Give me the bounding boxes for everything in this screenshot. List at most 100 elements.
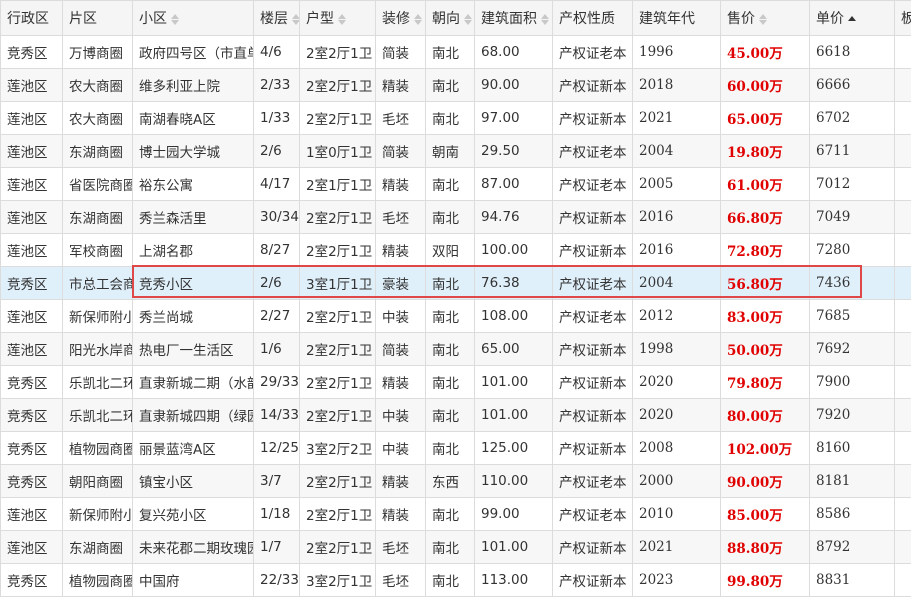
area-cell: 农大商圈	[62, 101, 133, 135]
overflow-cell	[894, 431, 911, 465]
decoration-cell: 中装	[375, 299, 426, 333]
table-row[interactable]: 竞秀区市总工会商圈竞秀小区2/63室1厅1卫豪装南北76.38产权证老本2004…	[0, 266, 911, 300]
table-row[interactable]: 竞秀区乐凯北二环直隶新城二期（水韵）29/332室2厅1卫精装南北101.00产…	[0, 365, 911, 399]
district-cell: 莲池区	[0, 299, 63, 333]
decoration-cell: 毛坯	[375, 101, 426, 135]
floor-cell: 2/6	[253, 266, 300, 300]
column-header-label: 装修	[382, 11, 410, 27]
layout-cell: 2室2厅1卫	[299, 464, 376, 498]
sort-icon[interactable]	[759, 13, 767, 25]
title-type-cell: 产权证老本	[552, 497, 633, 531]
unit-price-cell: 7280	[809, 233, 895, 267]
table-row[interactable]: 竞秀区万博商圈政府四号区（市直单位）4/62室2厅1卫简装南北68.00产权证老…	[0, 35, 911, 69]
unit-price-cell: 8831	[809, 563, 895, 597]
orientation-cell: 南北	[425, 299, 475, 333]
table-row[interactable]: 莲池区阳光水岸商圈热电厂一生活区1/62室2厅1卫简装南北65.00产权证新本1…	[0, 332, 911, 366]
sort-icon[interactable]	[338, 13, 346, 25]
table-row[interactable]: 莲池区 农大商圈 维多利亚上院 2/33 2室2厅1卫 精装 南北 90.00 产权证新本 201…	[0, 68, 911, 102]
table-row[interactable]: 竞秀区 植物园商圈 丽景蓝湾A区 12/25 3室2厅2卫 中装 南北 125.00 产权证新本…	[0, 431, 911, 465]
overflow-cell	[894, 365, 911, 399]
orientation-cell: 南北	[425, 563, 475, 597]
title-type-cell: 产权证老本	[552, 35, 633, 69]
overflow-cell	[894, 200, 911, 234]
community-cell: 上湖名郡	[132, 233, 254, 267]
sort-icon[interactable]	[414, 13, 422, 25]
sort-icon[interactable]	[541, 13, 549, 25]
column-header-5[interactable]: 装修	[375, 0, 426, 36]
column-header-1: 片区	[62, 0, 133, 36]
decoration-cell: 中装	[375, 398, 426, 432]
column-header-12: 板	[894, 0, 911, 36]
title-type-cell: 产权证新本	[552, 431, 633, 465]
title-type-cell: 产权证新本	[552, 332, 633, 366]
layout-cell: 2室2厅1卫	[299, 200, 376, 234]
table-row[interactable]: 莲池区 东湖商圈 博士园大学城 2/6 1室0厅1卫 简装 朝南 29.50 产权证老本 2004…	[0, 134, 911, 168]
column-header-10[interactable]: 售价	[720, 0, 810, 36]
unit-price-cell: 8160	[809, 431, 895, 465]
orientation-cell: 南北	[425, 365, 475, 399]
overflow-cell	[894, 497, 911, 531]
orientation-cell: 双阳	[425, 233, 475, 267]
column-header-4[interactable]: 户型	[299, 0, 376, 36]
unit-price-cell: 6666	[809, 68, 895, 102]
table-row[interactable]: 竞秀区 朝阳商圈 镇宝小区 3/7 2室2厅1卫 精装 东西 110.00 产权证老本 2000 9…	[0, 464, 911, 498]
layout-cell: 2室2厅1卫	[299, 530, 376, 564]
decoration-cell: 毛坯	[375, 530, 426, 564]
column-header-label: 朝向	[432, 11, 460, 27]
listing-table: 行政区片区小区楼层户型装修朝向建筑面积产权性质建筑年代售价单价板 竞秀区万博商圈…	[0, 0, 911, 597]
orientation-cell: 南北	[425, 530, 475, 564]
community-cell: 直隶新城二期（水韵）	[132, 365, 254, 399]
table-row[interactable]: 竞秀区 植物园商圈 中国府 22/33 3室2厅1卫 毛坯 南北 113.00 产权证新本 202…	[0, 563, 911, 597]
floor-area-cell: 87.00	[474, 167, 553, 201]
title-type-cell: 产权证老本	[552, 266, 633, 300]
table-row[interactable]: 莲池区 新保师附小 复兴苑小区 1/18 2室2厅1卫 精装 南北 99.00 产权证老本 201…	[0, 497, 911, 531]
layout-cell: 2室2厅1卫	[299, 497, 376, 531]
community-cell: 维多利亚上院	[132, 68, 254, 102]
floor-area-cell: 108.00	[474, 299, 553, 333]
price-cell: 80.00万	[720, 398, 810, 432]
title-type-cell: 产权证新本	[552, 101, 633, 135]
table-row[interactable]: 莲池区 东湖商圈 未来花郡二期玫瑰园 1/7 2室2厅1卫 毛坯 南北 101.00 产权证新本…	[0, 530, 911, 564]
decoration-cell: 毛坯	[375, 200, 426, 234]
district-cell: 莲池区	[0, 167, 63, 201]
column-header-label: 单价	[816, 11, 844, 27]
layout-cell: 2室1厅1卫	[299, 167, 376, 201]
decoration-cell: 精装	[375, 497, 426, 531]
floor-area-cell: 101.00	[474, 530, 553, 564]
community-cell: 中国府	[132, 563, 254, 597]
table-row[interactable]: 竞秀区乐凯北二环直隶新城四期（绿园）14/332室2厅1卫中装南北101.00产…	[0, 398, 911, 432]
district-cell: 竞秀区	[0, 431, 63, 465]
column-header-7[interactable]: 建筑面积	[474, 0, 553, 36]
table-header-row: 行政区 片区 小区 楼层 户型 装修 朝向 建筑面积 产权性质 建筑年代 售价 单价 板	[0, 0, 911, 36]
sort-icon[interactable]	[292, 13, 299, 25]
sort-icon[interactable]	[171, 13, 179, 25]
table-row[interactable]: 莲池区 军校商圈 上湖名郡 8/27 2室2厅1卫 精装 双阳 100.00 产权证新本 2016…	[0, 233, 911, 267]
decoration-cell: 精装	[375, 365, 426, 399]
floor-area-cell: 101.00	[474, 365, 553, 399]
table-row[interactable]: 莲池区 省医院商圈 裕东公寓 4/17 2室1厅1卫 精装 南北 87.00 产权证老本 2005…	[0, 167, 911, 201]
decoration-cell: 简装	[375, 134, 426, 168]
column-header-3[interactable]: 楼层	[253, 0, 300, 36]
community-cell: 镇宝小区	[132, 464, 254, 498]
table-row[interactable]: 莲池区 农大商圈 南湖春晓A区 1/33 2室2厅1卫 毛坯 南北 97.00 产权证新本 202…	[0, 101, 911, 135]
build-year-cell: 2004	[632, 266, 721, 300]
area-cell: 东湖商圈	[62, 200, 133, 234]
price-cell: 65.00万	[720, 101, 810, 135]
unit-price-cell: 6702	[809, 101, 895, 135]
column-header-2[interactable]: 小区	[132, 0, 254, 36]
title-type-cell: 产权证新本	[552, 530, 633, 564]
build-year-cell: 2012	[632, 299, 721, 333]
column-header-6[interactable]: 朝向	[425, 0, 475, 36]
title-type-cell: 产权证老本	[552, 464, 633, 498]
sort-ascending-icon[interactable]	[848, 16, 856, 22]
floor-area-cell: 99.00	[474, 497, 553, 531]
table-body: 竞秀区万博商圈政府四号区（市直单位）4/62室2厅1卫简装南北68.00产权证老…	[0, 35, 911, 597]
table-row[interactable]: 莲池区 东湖商圈 秀兰森活里 30/34 2室2厅1卫 毛坯 南北 94.76 产权证新本 201…	[0, 200, 911, 234]
table-row[interactable]: 莲池区 新保师附小 秀兰尚城 2/27 2室2厅1卫 中装 南北 108.00 产权证老本 201…	[0, 299, 911, 333]
title-type-cell: 产权证新本	[552, 365, 633, 399]
column-header-11[interactable]: 单价	[809, 0, 895, 36]
orientation-cell: 南北	[425, 332, 475, 366]
column-header-label: 行政区	[7, 11, 49, 27]
floor-area-cell: 97.00	[474, 101, 553, 135]
sort-icon[interactable]	[464, 13, 472, 25]
